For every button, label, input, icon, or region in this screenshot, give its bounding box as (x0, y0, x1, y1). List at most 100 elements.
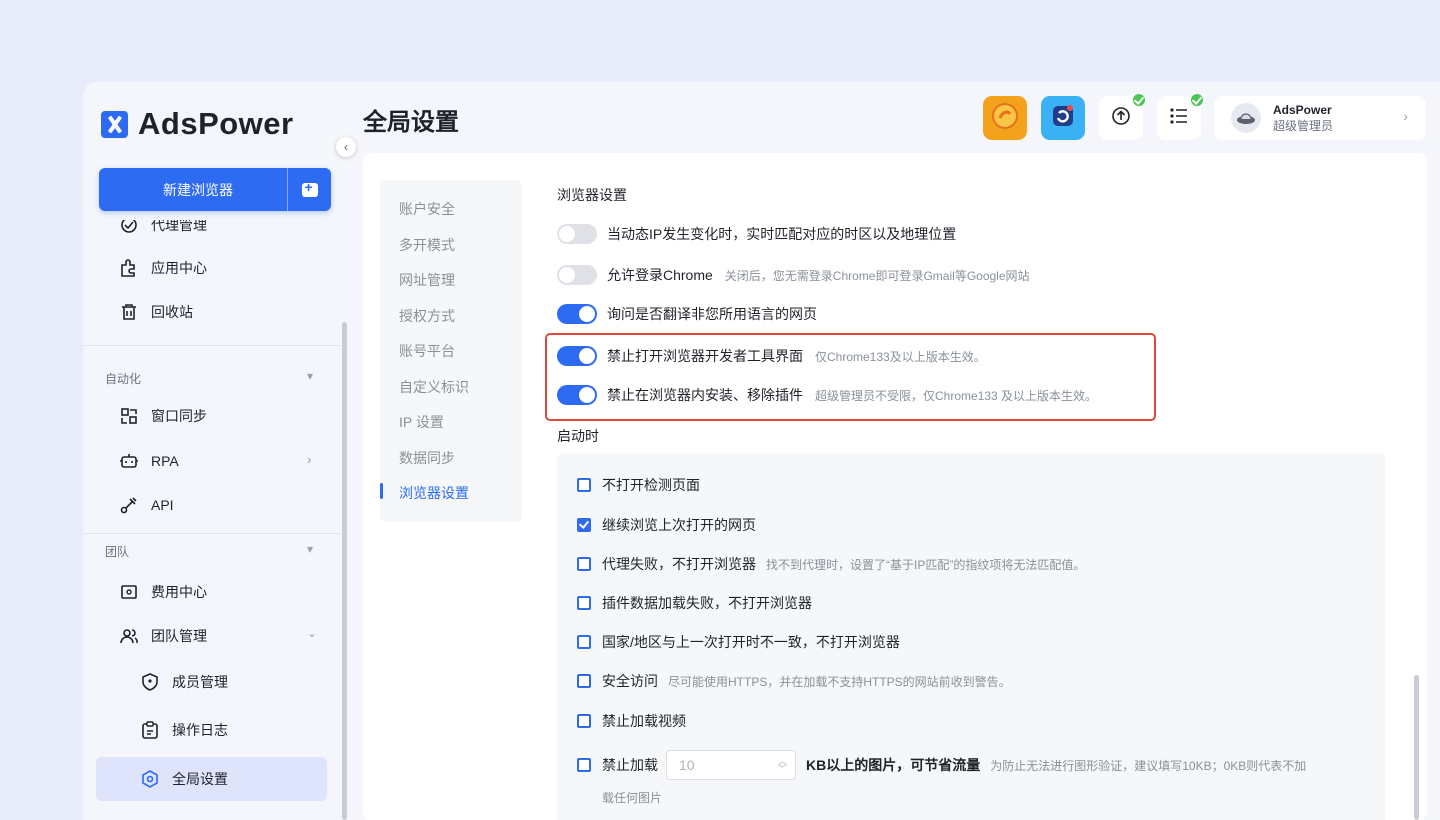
sidebar-item-rpa[interactable]: RPA (119, 445, 179, 477)
user-name: AdsPower (1273, 102, 1332, 117)
sidebar-item-members[interactable]: 成员管理 (140, 666, 228, 698)
option-safe-browsing[interactable]: 安全访问 尽可能使用HTTPS，并在加载不支持HTTPS的网站前收到警告。 (577, 671, 1011, 691)
subnav-auth-method[interactable]: 授权方式 (399, 306, 455, 326)
option-label: 继续浏览上次打开的网页 (602, 517, 756, 533)
caret-down-icon[interactable]: ▾ (307, 542, 313, 556)
success-badge-icon (1189, 92, 1205, 108)
section-team[interactable]: 团队 (105, 543, 129, 560)
sync-update-button[interactable] (1041, 96, 1085, 140)
option-continue-last-session[interactable]: 继续浏览上次打开的网页 (577, 515, 756, 535)
option-country-mismatch[interactable]: 国家/地区与上一次打开时不一致，不打开浏览器 (577, 632, 900, 652)
logo: AdsPower (101, 106, 294, 142)
sidebar-item-label: 费用中心 (151, 584, 207, 600)
trash-icon (119, 302, 139, 322)
sidebar-item-label: 全局设置 (172, 771, 228, 787)
collapse-sidebar-button[interactable]: ‹ (336, 137, 356, 157)
sidebar-item-team-management[interactable]: 团队管理 (119, 620, 207, 652)
settings-panel: 账户安全 多开模式 网址管理 授权方式 账号平台 自定义标识 IP 设置 数据同… (363, 153, 1427, 820)
sidebar-item-label: 团队管理 (151, 628, 207, 644)
image-size-stepper[interactable]: ︿﹀ (666, 750, 796, 780)
option-label: 禁止加载视频 (602, 713, 686, 729)
option-hint: 尽可能使用HTTPS，并在加载不支持HTTPS的网站前收到警告。 (668, 674, 1011, 689)
settings-hexagon-icon (140, 769, 160, 789)
sidebar-item-label: 窗口同步 (151, 408, 207, 424)
new-browser-more-button[interactable] (287, 168, 331, 211)
subnav-multi-open[interactable]: 多开模式 (399, 235, 455, 255)
subnav-browser-settings[interactable]: 浏览器设置 (399, 483, 469, 503)
setting-allow-chrome-login: 允许登录Chrome 关闭后，您无需登录Chrome即可登录Gmail等Goog… (557, 264, 1030, 286)
subnav-data-sync[interactable]: 数据同步 (399, 448, 455, 468)
shield-icon (140, 672, 160, 692)
option-block-images[interactable]: 禁止加载 ︿﹀ KB以上的图片，可节省流量 为防止无法进行图形验证，建议填写10… (577, 750, 1306, 780)
upload-circle-icon (1110, 105, 1132, 132)
billing-icon (119, 582, 139, 602)
option-extension-data-fail[interactable]: 插件数据加载失败，不打开浏览器 (577, 593, 812, 613)
subnav-custom-tags[interactable]: 自定义标识 (399, 377, 469, 397)
checkbox[interactable] (577, 635, 591, 649)
coin-button[interactable] (983, 96, 1027, 140)
toggle-switch[interactable] (557, 304, 597, 324)
settings-content: 浏览器设置 当动态IP发生变化时，实时匹配对应的时区以及地理位置 允许登录Chr… (545, 153, 1417, 820)
startup-options: 不打开检测页面 继续浏览上次打开的网页 代理失败，不打开浏览器 找不到代理时，设… (557, 453, 1385, 820)
sidebar-item-operation-log[interactable]: 操作日志 (140, 714, 228, 746)
chevron-right-icon: › (307, 451, 312, 467)
avatar-ufo-icon (1231, 103, 1261, 133)
plug-icon (119, 495, 139, 515)
users-icon (119, 626, 139, 646)
subnav-account-platform[interactable]: 账号平台 (399, 341, 455, 361)
header-toolbar (983, 92, 1215, 140)
refresh-icon (1049, 102, 1077, 135)
option-label: 安全访问 (602, 673, 658, 689)
sidebar-item-label: 成员管理 (172, 674, 228, 690)
setting-hint: 仅Chrome133及以上版本生效。 (815, 349, 986, 364)
sidebar-item-app-center[interactable]: 应用中心 (119, 252, 207, 284)
option-proxy-fail[interactable]: 代理失败，不打开浏览器 找不到代理时，设置了“基于IP匹配”的指纹项将无法匹配值… (577, 554, 1085, 574)
sidebar-item-window-sync[interactable]: 窗口同步 (119, 400, 207, 432)
subnav-url-management[interactable]: 网址管理 (399, 270, 455, 290)
chevron-right-icon: › (1403, 108, 1408, 124)
checkbox[interactable] (577, 596, 591, 610)
checkbox[interactable] (577, 557, 591, 571)
toggle-switch[interactable] (557, 346, 597, 366)
setting-ask-translate: 询问是否翻译非您所用语言的网页 (557, 303, 817, 325)
checkbox[interactable] (577, 714, 591, 728)
clipboard-icon (140, 720, 160, 740)
checkbox[interactable] (577, 518, 591, 532)
caret-down-icon[interactable]: ▾ (307, 369, 313, 383)
subnav-account-security[interactable]: 账户安全 (399, 199, 455, 219)
settings-subnav: 账户安全 多开模式 网址管理 授权方式 账号平台 自定义标识 IP 设置 数据同… (380, 180, 522, 522)
user-menu[interactable]: AdsPower 超级管理员 › (1214, 96, 1426, 140)
sidebar-item-billing[interactable]: 费用中心 (119, 576, 207, 608)
subnav-ip-settings[interactable]: IP 设置 (399, 412, 444, 432)
list-icon (1168, 105, 1190, 132)
option-block-video[interactable]: 禁止加载视频 (577, 711, 686, 731)
chevron-down-icon: ⌄ (307, 626, 318, 640)
new-browser-label: 新建浏览器 (163, 181, 233, 198)
stepper-arrows-icon[interactable]: ︿ ﹀ (778, 757, 787, 774)
toggle-switch[interactable] (557, 224, 597, 244)
toggle-switch[interactable] (557, 385, 597, 405)
setting-hint: 超级管理员不受限，仅Chrome133 及以上版本生效。 (815, 388, 1098, 403)
image-size-input[interactable] (667, 751, 767, 779)
sidebar-item-global-settings[interactable]: 全局设置 (140, 763, 228, 795)
checkbox[interactable] (577, 674, 591, 688)
checkbox[interactable] (577, 478, 591, 492)
setting-label: 禁止在浏览器内安装、移除插件 (607, 387, 803, 403)
sidebar-item-label: 应用中心 (151, 260, 207, 276)
section-automation[interactable]: 自动化 (105, 370, 141, 387)
checkbox[interactable] (577, 758, 591, 772)
brand-name: AdsPower (138, 106, 294, 141)
sidebar-scrollbar[interactable] (342, 322, 347, 820)
option-no-check-page[interactable]: 不打开检测页面 (577, 475, 700, 495)
sidebar-item-recycle-bin[interactable]: 回收站 (119, 296, 193, 328)
sidebar-item-api[interactable]: API (119, 489, 174, 521)
toggle-switch[interactable] (557, 265, 597, 285)
puzzle-icon (119, 258, 139, 278)
upload-button[interactable] (1099, 92, 1147, 140)
setting-label: 禁止打开浏览器开发者工具界面 (607, 348, 803, 364)
task-list-button[interactable] (1157, 92, 1205, 140)
sidebar-item-proxy[interactable]: 代理管理 (119, 220, 207, 241)
new-browser-button[interactable]: 新建浏览器 (99, 168, 331, 211)
panel-scrollbar[interactable] (1414, 675, 1419, 820)
setting-dynamic-ip-match: 当动态IP发生变化时，实时匹配对应的时区以及地理位置 (557, 223, 956, 245)
